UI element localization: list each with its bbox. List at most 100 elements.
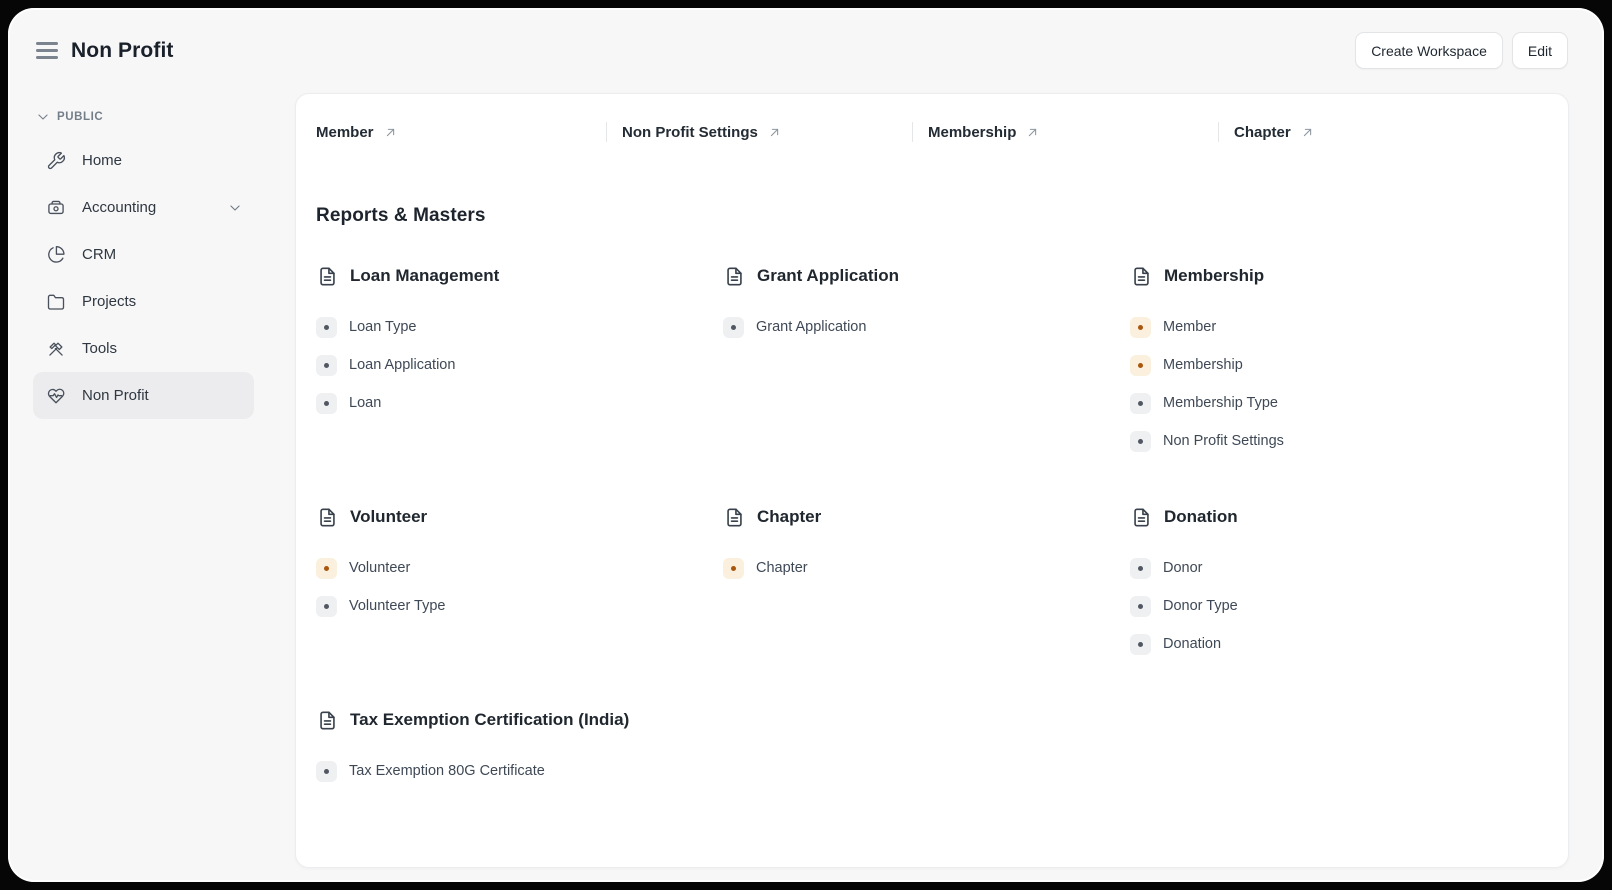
shortcut-separator — [606, 122, 607, 142]
pie-chart-icon — [46, 245, 66, 265]
dot-badge — [1130, 355, 1151, 376]
doctype-link[interactable]: Chapter — [723, 549, 1130, 587]
shortcut-member[interactable]: Member — [316, 124, 606, 141]
edit-button[interactable]: Edit — [1512, 32, 1568, 69]
card-title: Tax Exemption Certification (India) — [350, 710, 629, 730]
doctype-link-label: Donor — [1163, 560, 1203, 576]
dot-badge — [1130, 393, 1151, 414]
doctype-link-label: Grant Application — [756, 319, 866, 335]
chevron-down-icon[interactable] — [228, 201, 242, 215]
sidebar-item-label: Accounting — [82, 199, 156, 216]
arrow-up-right-icon — [383, 125, 398, 140]
doctype-link-label: Member — [1163, 319, 1216, 335]
card-title-row[interactable]: Tax Exemption Certification (India) — [316, 708, 723, 732]
cash-icon — [46, 198, 66, 218]
document-icon — [316, 265, 339, 288]
doctype-link[interactable]: Loan — [316, 384, 723, 422]
card-title: Donation — [1164, 507, 1238, 527]
create-workspace-button[interactable]: Create Workspace — [1355, 32, 1503, 69]
card-donation: Donation Donor Donor Type Donation — [1130, 505, 1537, 663]
sidebar-item-crm[interactable]: CRM — [33, 231, 254, 278]
doctype-link-label: Donation — [1163, 636, 1221, 652]
card-title-row[interactable]: Volunteer — [316, 505, 723, 529]
sidebar-item-home[interactable]: Home — [33, 137, 254, 184]
doctype-link[interactable]: Donor Type — [1130, 587, 1537, 625]
doctype-link[interactable]: Donor — [1130, 549, 1537, 587]
card-chapter: Chapter Chapter — [723, 505, 1130, 587]
sidebar-item-accounting[interactable]: Accounting — [33, 184, 254, 231]
doctype-link[interactable]: Non Profit Settings — [1130, 422, 1537, 460]
document-icon — [316, 506, 339, 529]
doctype-link-label: Tax Exemption 80G Certificate — [349, 763, 545, 779]
dot-badge — [1130, 558, 1151, 579]
document-icon — [1130, 265, 1153, 288]
shortcut-bar: Member Non Profit Settings Membership Ch… — [316, 120, 1568, 144]
card-title: Membership — [1164, 266, 1264, 286]
doctype-link[interactable]: Tax Exemption 80G Certificate — [316, 752, 723, 790]
sidebar-item-non-profit[interactable]: Non Profit — [33, 372, 254, 419]
dot-badge — [316, 596, 337, 617]
doctype-link[interactable]: Membership — [1130, 346, 1537, 384]
card-membership: Membership Member Membership Membership … — [1130, 264, 1537, 460]
card-title-row[interactable]: Donation — [1130, 505, 1537, 529]
heart-pulse-icon — [46, 386, 66, 406]
doctype-link-label: Membership Type — [1163, 395, 1278, 411]
shortcut-non-profit-settings[interactable]: Non Profit Settings — [622, 124, 912, 141]
doctype-link-label: Non Profit Settings — [1163, 433, 1284, 449]
arrow-up-right-icon — [1025, 125, 1040, 140]
doctype-link[interactable]: Volunteer Type — [316, 587, 723, 625]
shortcut-label: Chapter — [1234, 124, 1291, 141]
shortcut-membership[interactable]: Membership — [928, 124, 1218, 141]
shortcut-label: Non Profit Settings — [622, 124, 758, 141]
card-title: Chapter — [757, 507, 821, 527]
folder-icon — [46, 292, 66, 312]
doctype-link[interactable]: Loan Type — [316, 308, 723, 346]
dot-badge — [316, 393, 337, 414]
app-header: Non Profit Create Workspace Edit — [8, 8, 1604, 93]
sidebar-item-label: Home — [82, 152, 122, 169]
card-loan-management: Loan Management Loan Type Loan Applicati… — [316, 264, 723, 422]
doctype-link[interactable]: Member — [1130, 308, 1537, 346]
shortcut-label: Member — [316, 124, 374, 141]
dot-badge — [723, 558, 744, 579]
document-icon — [723, 265, 746, 288]
card-title: Loan Management — [350, 266, 499, 286]
sidebar-section-public[interactable]: PUBLIC — [33, 107, 295, 127]
doctype-link[interactable]: Membership Type — [1130, 384, 1537, 422]
sidebar-item-label: Non Profit — [82, 387, 149, 404]
doctype-link-label: Loan Application — [349, 357, 455, 373]
doctype-link-label: Chapter — [756, 560, 808, 576]
shortcut-chapter[interactable]: Chapter — [1234, 124, 1524, 141]
hammers-icon — [46, 339, 66, 359]
device-frame: Non Profit Create Workspace Edit PUBLIC … — [0, 0, 1612, 890]
hamburger-menu-icon[interactable] — [36, 42, 58, 58]
doctype-link-label: Donor Type — [1163, 598, 1238, 614]
sidebar-list: Home Accounting CRM Projects Tools — [33, 137, 295, 419]
card-title-row[interactable]: Membership — [1130, 264, 1537, 288]
workspace-content-card: Member Non Profit Settings Membership Ch… — [295, 93, 1569, 868]
header-actions: Create Workspace Edit — [1355, 32, 1568, 69]
doctype-link[interactable]: Volunteer — [316, 549, 723, 587]
card-grant-application: Grant Application Grant Application — [723, 264, 1130, 346]
card-title-row[interactable]: Chapter — [723, 505, 1130, 529]
document-icon — [316, 709, 339, 732]
dot-badge — [1130, 317, 1151, 338]
sidebar-item-tools[interactable]: Tools — [33, 325, 254, 372]
dot-badge — [1130, 634, 1151, 655]
sidebar-item-label: Projects — [82, 293, 136, 310]
tools-icon — [46, 151, 66, 171]
dot-badge — [316, 355, 337, 376]
doctype-link[interactable]: Donation — [1130, 625, 1537, 663]
doctype-link[interactable]: Loan Application — [316, 346, 723, 384]
card-title-row[interactable]: Loan Management — [316, 264, 723, 288]
doctype-link[interactable]: Grant Application — [723, 308, 1130, 346]
sidebar-item-label: Tools — [82, 340, 117, 357]
sidebar-item-projects[interactable]: Projects — [33, 278, 254, 325]
dot-badge — [316, 317, 337, 338]
card-title-row[interactable]: Grant Application — [723, 264, 1130, 288]
shortcut-label: Membership — [928, 124, 1016, 141]
doctype-link-label: Loan Type — [349, 319, 416, 335]
doctype-link-label: Volunteer Type — [349, 598, 445, 614]
doctype-link-label: Volunteer — [349, 560, 410, 576]
doctype-link-label: Membership — [1163, 357, 1243, 373]
